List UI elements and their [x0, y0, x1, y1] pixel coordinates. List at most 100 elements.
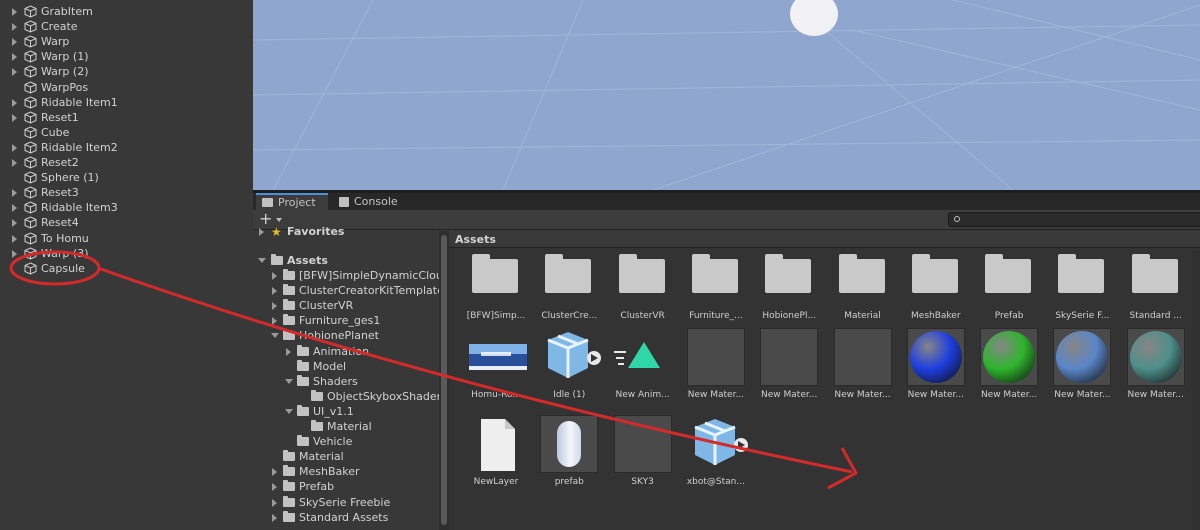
asset-item[interactable]: New Mater... [679, 328, 751, 408]
expand-arrow-icon[interactable] [11, 53, 19, 62]
hierarchy-item[interactable]: Reset2 [0, 155, 253, 170]
scene-view[interactable] [253, 0, 1200, 190]
hierarchy-item[interactable]: GrabItem [0, 4, 253, 19]
expand-arrow-icon[interactable] [285, 347, 293, 356]
tree-folder-item[interactable]: Vehicle [253, 434, 439, 449]
chevron-down-icon[interactable] [276, 218, 282, 222]
asset-item[interactable]: SKY3 [606, 415, 678, 495]
tree-folder-item[interactable]: Animation [253, 344, 439, 359]
hierarchy-item[interactable]: Warp (3) [0, 246, 253, 261]
expand-arrow-icon[interactable] [258, 228, 266, 236]
tree-folder-item[interactable]: SkySerie Freebie [253, 495, 439, 510]
expand-arrow-icon[interactable] [11, 113, 19, 122]
asset-folder[interactable]: Furniture_... [679, 249, 751, 329]
expand-arrow-icon[interactable] [11, 249, 19, 258]
asset-item[interactable]: NewLayer [459, 415, 531, 495]
asset-item[interactable]: prefab [532, 415, 604, 495]
collapse-arrow-icon[interactable] [271, 332, 279, 340]
asset-item[interactable]: New Mater... [826, 328, 898, 408]
tree-folder-item[interactable]: Standard Assets [253, 510, 439, 525]
hierarchy-item[interactable]: Sphere (1) [0, 170, 253, 185]
asset-folder[interactable]: ClusterVR [606, 249, 678, 329]
tab-console[interactable]: Console [333, 193, 413, 210]
expand-arrow-icon[interactable] [11, 189, 19, 198]
asset-item[interactable]: New Mater... [972, 328, 1044, 408]
collapse-arrow-icon[interactable] [285, 408, 293, 416]
tree-folder-item[interactable]: UI_v1.1 [253, 404, 439, 419]
hierarchy-item[interactable]: Capsule [0, 261, 253, 276]
expand-arrow-icon[interactable] [11, 204, 19, 213]
asset-item[interactable]: New Anim... [606, 328, 678, 408]
hierarchy-item[interactable]: Warp [0, 34, 253, 49]
tree-folder-item[interactable]: MeshBaker [253, 464, 439, 479]
collapse-arrow-icon[interactable] [285, 378, 293, 386]
tree-folder-item[interactable]: ClusterVR [253, 298, 439, 313]
hierarchy-item-label: To Homu [41, 231, 89, 245]
expand-arrow-icon[interactable] [271, 272, 279, 280]
expand-arrow-icon[interactable] [11, 159, 19, 167]
collapse-arrow-icon[interactable] [258, 257, 266, 265]
tree-folder-item[interactable]: Prefab [253, 479, 439, 494]
asset-folder[interactable]: [BFW]Simp... [459, 249, 531, 329]
tree-assets[interactable]: Assets [253, 253, 439, 268]
tree-favorites[interactable]: ★ Favorites [253, 224, 439, 239]
breadcrumb-assets[interactable]: Assets [455, 233, 496, 246]
expand-arrow-icon[interactable] [11, 8, 19, 16]
asset-item[interactable]: New Mater... [1119, 328, 1191, 408]
asset-folder[interactable]: HobionePl... [752, 249, 824, 329]
expand-arrow-icon[interactable] [11, 234, 19, 243]
asset-folder[interactable]: Material [826, 249, 898, 329]
hierarchy-item[interactable]: Reset4 [0, 215, 253, 230]
scrollbar-thumb[interactable] [441, 235, 447, 525]
expand-arrow-icon[interactable] [11, 23, 19, 32]
asset-folder[interactable]: ClusterCre... [532, 249, 604, 329]
expand-arrow-icon[interactable] [271, 513, 279, 522]
hierarchy-item[interactable]: Ridable Item1 [0, 95, 253, 110]
asset-folder[interactable]: Standard ... [1119, 249, 1191, 329]
asset-item[interactable]: New Mater... [899, 328, 971, 408]
hierarchy-item[interactable]: WarpPos [0, 80, 253, 95]
expand-arrow-icon[interactable] [271, 483, 279, 492]
expand-arrow-icon[interactable] [271, 498, 279, 507]
expand-arrow-icon[interactable] [271, 468, 279, 477]
expand-arrow-icon[interactable] [271, 317, 279, 326]
asset-item[interactable]: Idle (1) [532, 328, 604, 408]
tree-folder-item[interactable]: Material [253, 449, 439, 464]
tree-folder-item[interactable]: ObjectSkyboxShader [253, 389, 441, 404]
tree-folder-item[interactable]: Furniture_ges1 [253, 313, 439, 328]
hierarchy-item[interactable]: Warp (2) [0, 64, 253, 79]
tree-folder-item[interactable]: [BFW]SimpleDynamicClou [253, 268, 443, 283]
expand-arrow-icon[interactable] [271, 302, 279, 311]
asset-folder[interactable]: MeshBaker [899, 249, 971, 329]
hierarchy-item[interactable]: Create [0, 19, 253, 34]
hierarchy-item[interactable]: Warp (1) [0, 49, 253, 64]
tree-folder-item[interactable]: Material [253, 419, 439, 434]
hierarchy-item[interactable]: Ridable Item2 [0, 140, 253, 155]
asset-item[interactable]: Homu-Ro... [459, 328, 531, 408]
asset-item[interactable]: New Mater... [752, 328, 824, 408]
hierarchy-item[interactable]: Reset3 [0, 185, 253, 200]
tree-folder-item[interactable]: Shaders [253, 374, 439, 389]
tab-project[interactable]: Project [256, 193, 328, 210]
tree-folder-item[interactable]: ClusterCreatorKitTemplate [253, 283, 444, 298]
hierarchy-item[interactable]: Ridable Item3 [0, 200, 253, 215]
expand-arrow-icon[interactable] [11, 219, 19, 228]
folder-icon [283, 450, 295, 462]
hierarchy-item[interactable]: Cube [0, 125, 253, 140]
asset-folder[interactable]: SkySerie F... [1045, 249, 1117, 329]
asset-folder[interactable]: Prefab [972, 249, 1044, 329]
expand-arrow-icon[interactable] [11, 38, 19, 47]
expand-arrow-icon[interactable] [11, 68, 19, 77]
tree-folder-item[interactable]: Model [253, 359, 439, 374]
expand-arrow-icon[interactable] [11, 98, 19, 107]
hierarchy-item[interactable]: Reset1 [0, 110, 253, 125]
sphere-icon [909, 331, 962, 383]
asset-item[interactable]: New Mater... [1045, 328, 1117, 408]
expand-arrow-icon[interactable] [271, 287, 279, 296]
search-input[interactable] [948, 212, 1200, 227]
tree-scrollbar[interactable] [439, 231, 449, 530]
hierarchy-item[interactable]: To Homu [0, 231, 253, 246]
tree-folder-item[interactable]: HobionePlanet [253, 328, 439, 343]
expand-arrow-icon[interactable] [11, 143, 19, 152]
asset-item[interactable]: xbot@Stan... [679, 415, 751, 495]
